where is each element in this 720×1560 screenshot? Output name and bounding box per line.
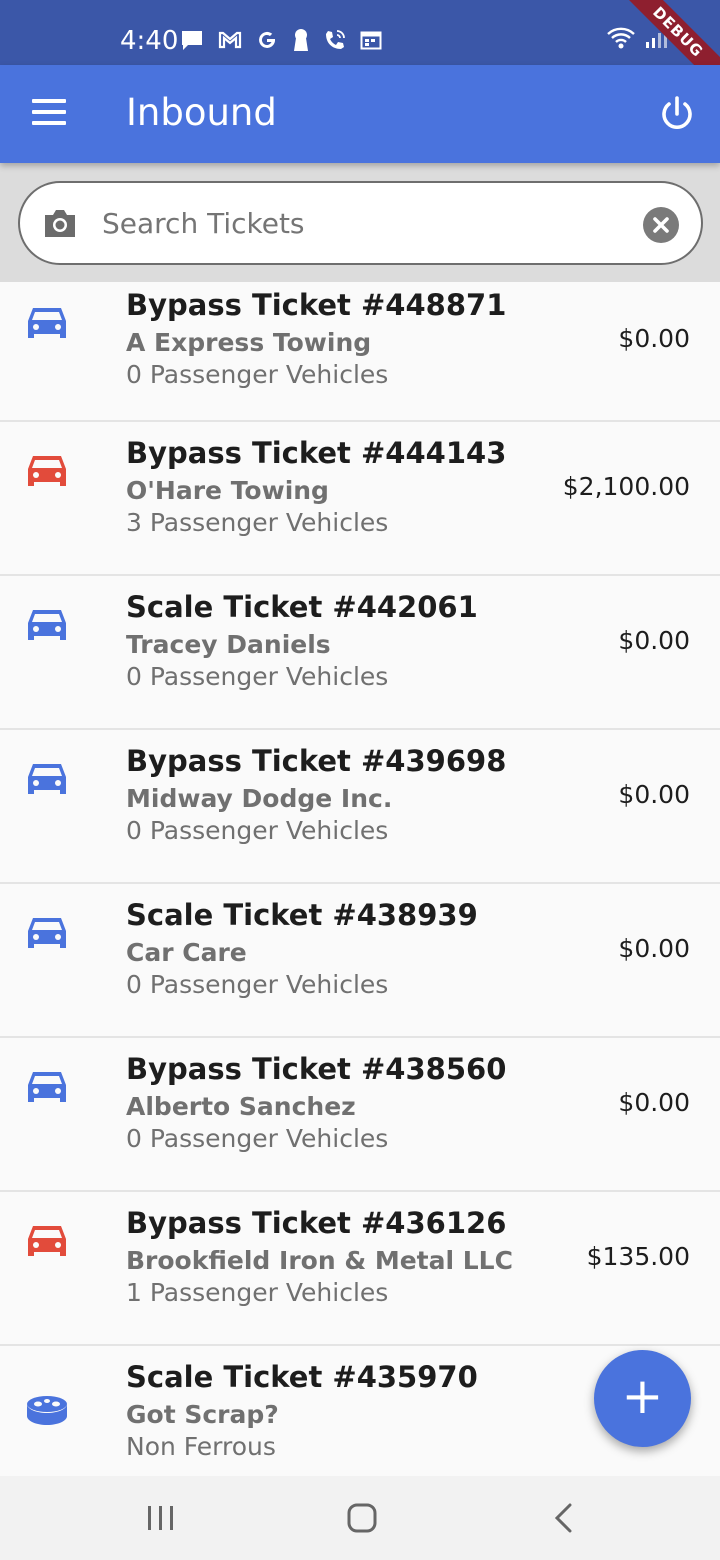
- ticket-customer: A Express Towing: [126, 328, 372, 357]
- add-label: +: [621, 1367, 664, 1425]
- ticket-title: Scale Ticket #435970: [126, 1360, 478, 1394]
- ticket-customer: Alberto Sanchez: [126, 1092, 356, 1121]
- ticket-row[interactable]: Scale Ticket #438939 Car Care 0 Passenger …: [0, 884, 720, 1038]
- car-icon: [28, 456, 66, 486]
- ticket-amount: $0.00: [618, 934, 690, 963]
- ticket-detail: 0 Passenger Vehicles: [126, 360, 389, 389]
- ticket-amount: $0.00: [618, 1088, 690, 1117]
- home-button[interactable]: [332, 1496, 392, 1540]
- ticket-amount: $135.00: [586, 1242, 690, 1271]
- ticket-row[interactable]: Bypass Ticket #448871 A Express Towing 0 P…: [0, 282, 720, 422]
- ticket-title: Bypass Ticket #444143: [126, 436, 507, 470]
- car-icon: [28, 1226, 66, 1256]
- car-icon: [28, 1072, 66, 1102]
- ticket-detail: 1 Passenger Vehicles: [126, 1278, 389, 1307]
- ticket-title: Bypass Ticket #436126: [126, 1206, 507, 1240]
- wifi-icon: [607, 27, 635, 49]
- add-ticket-button[interactable]: +: [594, 1350, 691, 1447]
- ticket-row[interactable]: Bypass Ticket #439698 Midway Dodge Inc. 0 …: [0, 730, 720, 884]
- wifi-call-icon: [326, 30, 345, 49]
- car-icon: [28, 610, 66, 640]
- back-button[interactable]: [534, 1496, 594, 1540]
- ticket-title: Bypass Ticket #439698: [126, 744, 507, 778]
- page-title: Inbound: [126, 91, 277, 134]
- car-icon: [28, 308, 66, 338]
- ticket-customer: Brookfield Iron & Metal LLC: [126, 1246, 513, 1275]
- ticket-title: Bypass Ticket #438560: [126, 1052, 507, 1086]
- search-box: [18, 181, 703, 265]
- keyhole-icon: [294, 29, 308, 51]
- message-icon: [182, 31, 202, 50]
- search-area: [0, 163, 720, 282]
- ticket-customer: Midway Dodge Inc.: [126, 784, 393, 813]
- ticket-detail: 0 Passenger Vehicles: [126, 970, 389, 999]
- ticket-amount: $0.00: [618, 780, 690, 809]
- ticket-title: Bypass Ticket #448871: [126, 288, 507, 322]
- scrap-bin-icon: [27, 1396, 67, 1425]
- ticket-detail: Non Ferrous: [126, 1432, 276, 1461]
- status-bar: 4:40 DEBUG: [0, 0, 720, 98]
- camera-icon[interactable]: [42, 207, 78, 239]
- ticket-amount: $0.00: [618, 626, 690, 655]
- ticket-row[interactable]: Bypass Ticket #438560 Alberto Sanchez 0 Pa…: [0, 1038, 720, 1192]
- menu-icon[interactable]: [32, 99, 66, 127]
- ticket-detail: 3 Passenger Vehicles: [126, 508, 389, 537]
- car-icon: [28, 918, 66, 948]
- ticket-customer: Got Scrap?: [126, 1400, 279, 1429]
- ticket-detail: 0 Passenger Vehicles: [126, 662, 389, 691]
- clear-search-icon[interactable]: [643, 207, 679, 243]
- power-icon[interactable]: [658, 95, 696, 133]
- ticket-customer: O'Hare Towing: [126, 476, 329, 505]
- ticket-title: Scale Ticket #442061: [126, 590, 478, 624]
- ticket-amount: $0.00: [618, 324, 690, 353]
- status-notification-icons: [180, 28, 382, 52]
- system-nav-bar: [0, 1476, 720, 1560]
- ticket-detail: 0 Passenger Vehicles: [126, 1124, 389, 1153]
- recent-apps-button[interactable]: [131, 1496, 191, 1540]
- ticket-row[interactable]: Scale Ticket #442061 Tracey Daniels 0 Pass…: [0, 576, 720, 730]
- status-time: 4:40: [120, 26, 179, 56]
- car-icon: [28, 764, 66, 794]
- ticket-row[interactable]: Bypass Ticket #444143 O'Hare Towing 3 Pass…: [0, 422, 720, 576]
- ticket-amount: $2,100.00: [562, 472, 690, 501]
- ticket-row[interactable]: Bypass Ticket #436126 Brookfield Iron & M…: [0, 1192, 720, 1346]
- ticket-title: Scale Ticket #438939: [126, 898, 478, 932]
- google-icon: [259, 31, 275, 48]
- ticket-detail: 0 Passenger Vehicles: [126, 816, 389, 845]
- app-bar: Inbound: [0, 65, 720, 163]
- ticket-customer: Car Care: [126, 938, 247, 967]
- ticket-list: Bypass Ticket #448871 A Express Towing 0 P…: [0, 282, 720, 1476]
- search-input[interactable]: [102, 201, 622, 245]
- gmail-icon: [218, 31, 242, 49]
- ticket-customer: Tracey Daniels: [126, 630, 331, 659]
- calendar-icon: [360, 31, 382, 50]
